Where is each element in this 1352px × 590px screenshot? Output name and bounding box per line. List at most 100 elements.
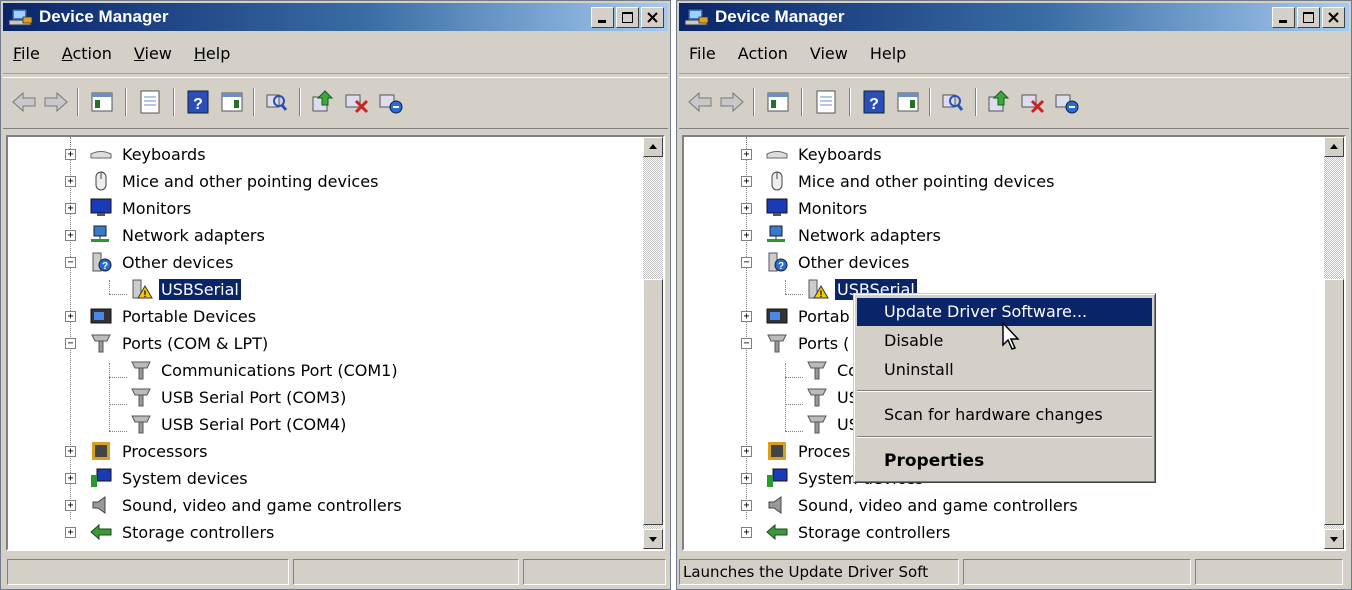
show-hide-console-tree-icon[interactable]: [87, 87, 117, 117]
mouse-icon: [95, 171, 107, 191]
tree-item-com4[interactable]: USB Serial Port (COM4): [8, 411, 608, 437]
uninstall-icon[interactable]: [1017, 87, 1047, 117]
menu-help[interactable]: Help: [184, 44, 242, 63]
menu-file[interactable]: File: [3, 44, 52, 63]
scroll-down-button[interactable]: [1324, 529, 1344, 549]
expand-icon[interactable]: +: [741, 311, 752, 322]
menu-view[interactable]: View: [124, 44, 184, 63]
minimize-button[interactable]: [1272, 7, 1295, 28]
close-button[interactable]: [641, 7, 664, 28]
vertical-scrollbar[interactable]: [643, 137, 663, 549]
tree-item-mice[interactable]: + Mice and other pointing devices: [684, 168, 1284, 194]
back-icon[interactable]: [9, 87, 39, 117]
tree-item-keyboards[interactable]: + Keyboards: [684, 141, 1284, 167]
tree-item-ports[interactable]: − Ports (COM & LPT): [8, 330, 608, 356]
expand-icon[interactable]: +: [65, 473, 76, 484]
scroll-thumb[interactable]: [643, 279, 663, 525]
tree-item-storage[interactable]: + Storage controllers: [684, 519, 1284, 545]
forward-icon[interactable]: [41, 87, 71, 117]
warning-device-icon: !: [132, 279, 153, 299]
uninstall-icon[interactable]: [341, 87, 371, 117]
expand-icon[interactable]: +: [65, 446, 76, 457]
scan-hardware-icon[interactable]: [261, 87, 291, 117]
scroll-down-button[interactable]: [643, 529, 663, 549]
expand-icon[interactable]: +: [65, 176, 76, 187]
title-bar[interactable]: Device Manager: [3, 3, 668, 31]
expand-icon[interactable]: +: [741, 230, 752, 241]
arrow-up-icon: [649, 144, 657, 149]
menu-item-properties[interactable]: Properties: [857, 447, 1152, 475]
menu-file[interactable]: File: [679, 44, 728, 63]
show-hide-console-tree-icon[interactable]: [763, 87, 793, 117]
expand-icon[interactable]: +: [65, 311, 76, 322]
update-driver-icon[interactable]: [307, 87, 337, 117]
help-icon[interactable]: ?: [183, 87, 213, 117]
tree-item-processors[interactable]: + Processors: [8, 438, 608, 464]
tree-item-com3[interactable]: USB Serial Port (COM3): [8, 384, 608, 410]
scan-hardware-icon[interactable]: [937, 87, 967, 117]
close-icon: [647, 12, 658, 23]
menu-action[interactable]: Action: [728, 44, 800, 63]
disable-icon[interactable]: [1051, 87, 1081, 117]
collapse-icon[interactable]: −: [65, 338, 76, 349]
tree-item-other-devices[interactable]: − ? Other devices: [684, 249, 1284, 275]
tree-item-monitors[interactable]: + Monitors: [684, 195, 1284, 221]
expand-icon[interactable]: +: [741, 203, 752, 214]
tree-item-portable-devices[interactable]: + Portable Devices: [8, 303, 608, 329]
tree-item-network-adapters[interactable]: + Network adapters: [684, 222, 1284, 248]
keyboard-icon: [90, 151, 112, 159]
expand-icon[interactable]: +: [741, 149, 752, 160]
tree-item-monitors[interactable]: + Monitors: [8, 195, 608, 221]
tree-item-network-adapters[interactable]: + Network adapters: [8, 222, 608, 248]
properties-icon[interactable]: [135, 87, 165, 117]
expand-icon[interactable]: +: [65, 230, 76, 241]
device-tree[interactable]: + Keyboards + Mice and other pointing de…: [6, 135, 665, 551]
expand-icon[interactable]: +: [741, 527, 752, 538]
tree-item-com1[interactable]: Communications Port (COM1): [8, 357, 608, 383]
svg-text:?: ?: [778, 261, 784, 272]
maximize-button[interactable]: [616, 7, 639, 28]
expand-icon[interactable]: +: [741, 473, 752, 484]
close-button[interactable]: [1322, 7, 1345, 28]
menu-item-uninstall[interactable]: Uninstall: [857, 356, 1152, 384]
maximize-button[interactable]: [1297, 7, 1320, 28]
tree-item-system-devices[interactable]: + System devices: [8, 465, 608, 491]
forward-icon[interactable]: [717, 87, 747, 117]
minimize-button[interactable]: [591, 7, 614, 28]
title-bar[interactable]: Device Manager: [679, 3, 1349, 31]
tree-item-storage[interactable]: + Storage controllers: [8, 519, 608, 545]
collapse-icon[interactable]: −: [741, 338, 752, 349]
tree-item-usbserial[interactable]: ! USBSerial: [8, 276, 608, 302]
action-pane-icon[interactable]: [217, 87, 247, 117]
vertical-scrollbar[interactable]: [1324, 137, 1344, 549]
menu-action[interactable]: Action: [52, 44, 124, 63]
tree-item-other-devices[interactable]: − ? Other devices: [8, 249, 608, 275]
menu-item-scan-hardware[interactable]: Scan for hardware changes: [857, 401, 1152, 429]
action-pane-icon[interactable]: [893, 87, 923, 117]
expand-icon[interactable]: +: [65, 149, 76, 160]
properties-icon[interactable]: [811, 87, 841, 117]
disable-icon[interactable]: [375, 87, 405, 117]
expand-icon[interactable]: +: [65, 500, 76, 511]
expand-icon[interactable]: +: [65, 203, 76, 214]
tree-item-sound[interactable]: + Sound, video and game controllers: [684, 492, 1284, 518]
update-driver-icon[interactable]: [983, 87, 1013, 117]
expand-icon[interactable]: +: [741, 176, 752, 187]
back-icon[interactable]: [685, 87, 715, 117]
collapse-icon[interactable]: −: [741, 257, 752, 268]
scroll-up-button[interactable]: [1324, 137, 1344, 157]
scroll-up-button[interactable]: [643, 137, 663, 157]
expand-icon[interactable]: +: [65, 527, 76, 538]
tree-item-mice[interactable]: + Mice and other pointing devices: [8, 168, 608, 194]
help-icon[interactable]: ?: [859, 87, 889, 117]
tree-item-keyboards[interactable]: + Keyboards: [8, 141, 608, 167]
menu-view[interactable]: View: [800, 44, 860, 63]
menu-separator: [857, 436, 1152, 438]
tree-item-sound[interactable]: + Sound, video and game controllers: [8, 492, 608, 518]
menu-help[interactable]: Help: [860, 44, 918, 63]
expand-icon[interactable]: +: [741, 500, 752, 511]
scroll-thumb[interactable]: [1324, 279, 1344, 525]
keyboard-icon: [766, 151, 788, 159]
expand-icon[interactable]: +: [741, 446, 752, 457]
collapse-icon[interactable]: −: [65, 257, 76, 268]
